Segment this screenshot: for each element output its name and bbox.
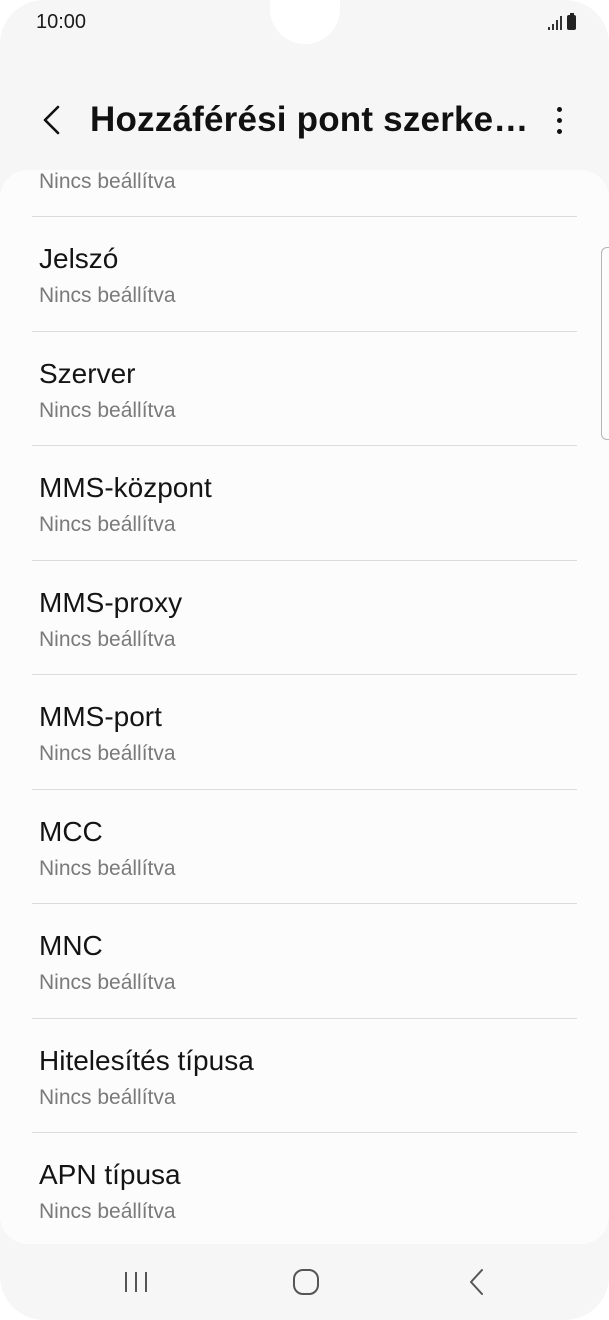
list-item-label: MNC <box>39 930 103 961</box>
list-item-label: MCC <box>39 816 103 847</box>
list-item-label: MMS-központ <box>39 472 212 503</box>
list-item-value: Nincs beállítva <box>39 1086 176 1109</box>
settings-card: Nincs beállítva Jelszó Nincs beállítva S… <box>0 170 609 1244</box>
status-icons <box>548 13 576 30</box>
list-item-value: Nincs beállítva <box>39 513 176 536</box>
list-item-value: Nincs beállítva <box>39 1200 176 1223</box>
list-item-partial-value: Nincs beállítva <box>39 170 176 193</box>
list-item-value: Nincs beállítva <box>39 857 176 880</box>
scrollbar[interactable] <box>601 247 609 440</box>
status-time: 10:00 <box>36 11 87 33</box>
recent-apps-icon <box>125 1272 147 1292</box>
list-item-szerver[interactable]: Szerver Nincs beállítva <box>0 332 609 446</box>
status-bar: 10:00 <box>0 0 609 44</box>
home-icon <box>293 1269 319 1295</box>
more-options-icon <box>556 106 562 112</box>
list-item-label: Jelszó <box>39 243 119 274</box>
back-icon <box>470 1269 483 1295</box>
list-item-mms-port[interactable]: MMS-port Nincs beállítva <box>0 675 609 789</box>
phone-screen: 10:00 Hozzáférési pont szerkes... Nincs … <box>0 0 609 1320</box>
list-item-label: APN típusa <box>39 1159 181 1190</box>
list-item-apn-tipusa[interactable]: APN típusa Nincs beállítva <box>0 1133 609 1244</box>
recent-apps-button[interactable] <box>106 1258 166 1306</box>
list-item-value: Nincs beállítva <box>39 971 176 994</box>
more-options-button[interactable] <box>539 100 579 140</box>
list-item-mms-proxy[interactable]: MMS-proxy Nincs beállítva <box>0 561 609 675</box>
list-item-hitelesites-tipusa[interactable]: Hitelesítés típusa Nincs beállítva <box>0 1019 609 1133</box>
navigation-bar <box>0 1244 609 1320</box>
app-bar: Hozzáférési pont szerkes... <box>0 84 609 156</box>
back-arrow-icon <box>43 105 60 135</box>
list-item-mcc[interactable]: MCC Nincs beállítva <box>0 790 609 904</box>
list-item-value: Nincs beállítva <box>39 742 176 765</box>
battery-icon <box>567 13 576 30</box>
list-item-label: Hitelesítés típusa <box>39 1045 254 1076</box>
more-options-dot <box>556 128 562 134</box>
list-item-value: Nincs beállítva <box>39 399 176 422</box>
list-item-mms-kozpont[interactable]: MMS-központ Nincs beállítva <box>0 446 609 560</box>
list-item-value: Nincs beállítva <box>39 628 176 651</box>
list-item-value: Nincs beállítva <box>39 284 176 307</box>
list-item-label: Szerver <box>39 358 136 389</box>
list-item-label: MMS-port <box>39 701 162 732</box>
back-nav-button[interactable] <box>447 1258 507 1306</box>
home-button[interactable] <box>276 1258 336 1306</box>
list-item-mnc[interactable]: MNC Nincs beállítva <box>0 904 609 1018</box>
list-item-label: MMS-proxy <box>39 587 183 618</box>
page-title: Hozzáférési pont szerkes... <box>90 100 530 139</box>
more-options-dot <box>556 117 562 123</box>
camera-notch <box>270 0 340 44</box>
list-item-jelszo[interactable]: Jelszó Nincs beállítva <box>0 217 609 331</box>
signal-icon <box>548 16 562 30</box>
back-button[interactable] <box>30 98 74 142</box>
